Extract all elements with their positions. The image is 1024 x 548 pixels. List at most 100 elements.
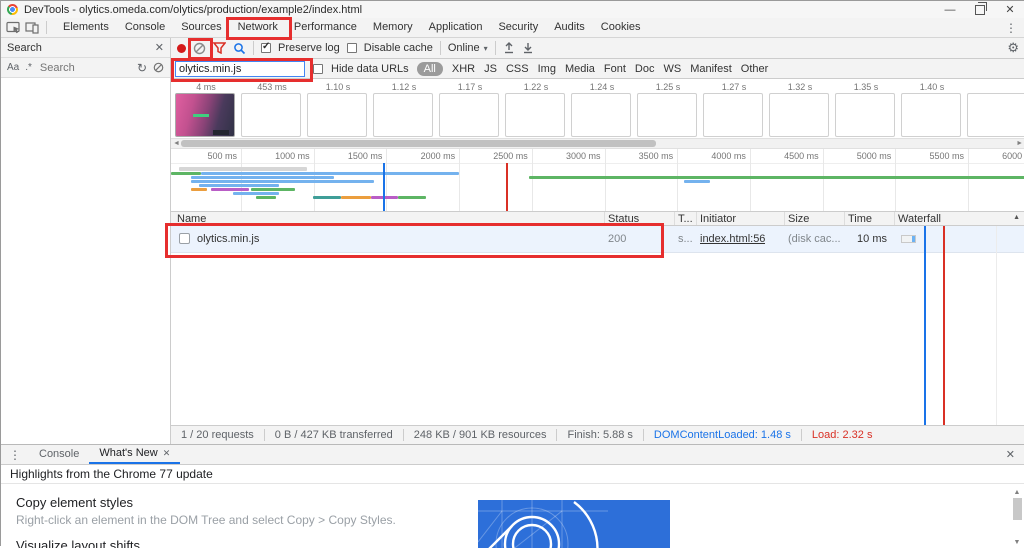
column-header-status[interactable]: Status <box>608 213 639 225</box>
export-har-icon[interactable] <box>522 42 534 54</box>
screenshot-thumbnail[interactable] <box>967 93 1024 137</box>
overview-gridline <box>531 149 533 211</box>
tab-security[interactable]: Security <box>490 18 546 37</box>
match-case-icon[interactable]: Aa <box>7 62 19 73</box>
tab-application[interactable]: Application <box>421 18 491 37</box>
drawer-scrollbar[interactable]: ▲ ▼ <box>1011 489 1023 548</box>
screenshot-thumbnail[interactable] <box>901 93 961 137</box>
screenshot-thumbnail[interactable] <box>439 93 499 137</box>
whats-new-item-desc: Right-click an element in the DOM Tree a… <box>16 513 396 527</box>
screenshot-thumbnail[interactable] <box>769 93 829 137</box>
finish-time: Finish: 5.88 s <box>557 429 644 441</box>
screenshot-thumbnail[interactable] <box>307 93 367 137</box>
tab-performance[interactable]: Performance <box>286 18 365 37</box>
requests-body: olytics.min.js 200 s... index.html:56 (d… <box>171 226 1024 425</box>
disable-cache-checkbox[interactable] <box>346 43 357 53</box>
devtools-tab-strip: Elements Console Sources Network Performance… <box>55 18 649 37</box>
device-toolbar-icon[interactable] <box>25 21 39 34</box>
throttling-dropdown[interactable]: Online ▾ <box>448 42 488 54</box>
clear-button[interactable] <box>193 42 206 55</box>
clear-search-icon[interactable] <box>153 62 164 73</box>
tab-network[interactable]: Network <box>230 18 286 37</box>
filter-type-doc[interactable]: Doc <box>635 63 655 75</box>
waterfall-bar[interactable] <box>901 235 916 243</box>
whats-new-item-title[interactable]: Visualize layout shifts <box>16 538 396 548</box>
drawer-tab-console[interactable]: Console <box>29 445 89 464</box>
close-button[interactable]: ✕ <box>995 1 1024 18</box>
window-controls: — ✕ <box>935 1 1024 18</box>
sort-arrow-icon[interactable]: ▲ <box>1013 214 1020 221</box>
filter-type-all[interactable]: All <box>416 61 443 76</box>
tab-audits[interactable]: Audits <box>546 18 593 37</box>
drawer-tab-whats-new[interactable]: What's New ✕ <box>89 444 181 464</box>
tab-elements[interactable]: Elements <box>55 18 117 37</box>
column-header-time[interactable]: Time <box>848 213 872 225</box>
search-button[interactable] <box>233 42 246 55</box>
screenshot-thumbnail[interactable] <box>637 93 697 137</box>
filter-button[interactable] <box>213 42 226 54</box>
column-header-name[interactable]: Name <box>177 213 206 225</box>
scroll-down-icon[interactable]: ▼ <box>1014 539 1021 546</box>
column-header-size[interactable]: Size <box>788 213 809 225</box>
screenshot-thumbnail[interactable] <box>571 93 631 137</box>
tab-console[interactable]: Console <box>117 18 173 37</box>
filter-type-manifest[interactable]: Manifest <box>690 63 732 75</box>
filter-type-css[interactable]: CSS <box>506 63 529 75</box>
column-header-initiator[interactable]: Initiator <box>700 213 736 225</box>
overview-tick-label: 1000 ms <box>275 151 310 161</box>
filter-type-media[interactable]: Media <box>565 63 595 75</box>
whats-new-item-title[interactable]: Copy element styles <box>16 495 396 510</box>
filter-type-img[interactable]: Img <box>538 63 556 75</box>
request-initiator-link[interactable]: index.html:56 <box>700 233 765 245</box>
screenshot-thumbnail[interactable] <box>241 93 301 137</box>
filter-type-font[interactable]: Font <box>604 63 626 75</box>
overview-tick-label: 5000 ms <box>856 151 892 161</box>
filter-type-xhr[interactable]: XHR <box>452 63 475 75</box>
column-divider <box>604 212 605 225</box>
screenshot-thumbnail[interactable] <box>505 93 565 137</box>
scrollbar-thumb[interactable] <box>181 140 656 147</box>
tab-memory[interactable]: Memory <box>365 18 421 37</box>
kebab-menu-icon[interactable]: ⋮ <box>1 448 29 462</box>
minimize-button[interactable]: — <box>935 1 965 18</box>
divider <box>253 41 254 55</box>
tab-cookies[interactable]: Cookies <box>593 18 649 37</box>
search-panel-close-icon[interactable]: ✕ <box>155 41 164 54</box>
screenshot-thumbnail[interactable] <box>175 93 235 137</box>
import-har-icon[interactable] <box>503 42 515 54</box>
record-button[interactable] <box>177 43 186 53</box>
regex-icon[interactable]: .* <box>25 62 32 73</box>
restore-button[interactable] <box>965 1 995 18</box>
filter-type-other[interactable]: Other <box>741 63 769 75</box>
request-name[interactable]: olytics.min.js <box>197 233 259 245</box>
filmstrip-scrollbar[interactable]: ◄ ► <box>171 138 1024 148</box>
column-header-waterfall[interactable]: Waterfall <box>898 213 941 225</box>
hide-data-urls-checkbox[interactable] <box>313 63 323 74</box>
network-filter-input[interactable] <box>175 60 305 77</box>
refresh-icon[interactable]: ↻ <box>137 61 147 75</box>
tab-close-icon[interactable]: ✕ <box>163 444 171 463</box>
scroll-up-icon[interactable]: ▲ <box>1014 489 1021 496</box>
overview-timeline[interactable]: 500 ms 1000 ms 1500 ms 2000 ms 2500 ms 3000 m… <box>171 149 1024 212</box>
overview-gridline <box>677 149 679 211</box>
scroll-left-icon[interactable]: ◄ <box>173 139 180 148</box>
screenshot-thumbnail[interactable] <box>835 93 895 137</box>
row-checkbox[interactable] <box>179 233 190 244</box>
column-header-type[interactable]: T... <box>678 213 693 225</box>
gear-icon[interactable]: ⚙ <box>1007 40 1019 56</box>
screenshot-thumbnail[interactable] <box>373 93 433 137</box>
screenshot-thumbnail[interactable] <box>703 93 763 137</box>
frame-time-label: 1.12 s <box>391 82 417 92</box>
frame-time-label: 1.24 s <box>589 82 615 92</box>
drawer-close-icon[interactable]: ✕ <box>996 448 1024 461</box>
tab-sources[interactable]: Sources <box>173 18 229 37</box>
kebab-menu-icon[interactable]: ⋮ <box>997 21 1024 35</box>
table-row[interactable]: olytics.min.js 200 s... index.html:56 (d… <box>171 226 1024 253</box>
filter-type-js[interactable]: JS <box>484 63 497 75</box>
filter-type-ws[interactable]: WS <box>663 63 681 75</box>
inspect-element-icon[interactable] <box>6 21 21 34</box>
scroll-right-icon[interactable]: ► <box>1016 139 1023 148</box>
preserve-log-checkbox[interactable] <box>261 41 271 53</box>
search-input[interactable] <box>37 60 120 75</box>
scrollbar-thumb[interactable] <box>1012 498 1022 520</box>
